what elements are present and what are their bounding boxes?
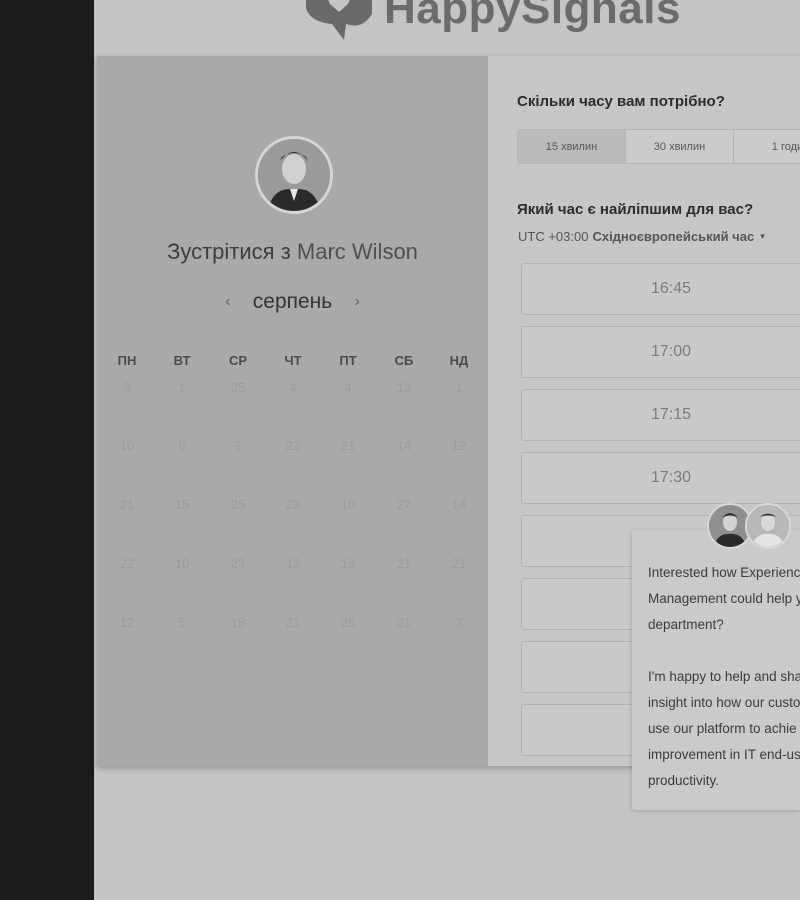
calendar-day[interactable]: 21 [328, 438, 368, 453]
chat-line: I'm happy to help and sha [648, 669, 800, 684]
left-dark-strip [0, 0, 94, 900]
calendar-day[interactable]: 1 [439, 380, 479, 395]
chat-line: improvement in IT end-us [648, 747, 800, 762]
calendar-day[interactable]: 3 [107, 380, 147, 395]
time-slot-button[interactable]: 17:00 [521, 326, 800, 378]
calendar-day[interactable]: 8 [162, 438, 202, 453]
calendar-day[interactable]: 12 [273, 556, 313, 571]
calendar-day[interactable]: 21 [439, 556, 479, 571]
timezone-name: Східноєвропейський час [592, 229, 755, 244]
next-month-chevron-icon[interactable]: › [342, 293, 372, 311]
calendar-day[interactable]: 27 [384, 497, 424, 512]
weekday-sat: СБ [394, 353, 414, 368]
time-slot-button[interactable]: 17:15 [521, 389, 800, 441]
calendar-day[interactable]: 15 [162, 497, 202, 512]
chat-paragraph-gap [648, 638, 800, 664]
calendar-day[interactable]: 22 [273, 438, 313, 453]
calendar-day[interactable]: 12 [107, 615, 147, 630]
weekday-thu: ЧТ [284, 353, 302, 368]
chat-bubble-heart-icon [306, 0, 372, 40]
duration-option-15[interactable]: 15 хвилин [518, 130, 626, 163]
calendar-day[interactable]: 5 [162, 615, 202, 630]
calendar-day[interactable]: 21 [273, 615, 313, 630]
weekday-fri: ПТ [339, 353, 357, 368]
calendar-day[interactable]: 10 [107, 438, 147, 453]
month-navigation: ‹ серпень › [97, 290, 488, 314]
chat-popup[interactable]: Interested how Experienc Management coul… [632, 530, 800, 810]
calendar-day[interactable]: 21 [384, 556, 424, 571]
calendar-day[interactable]: 3 [439, 615, 479, 630]
host-avatar [255, 136, 333, 214]
calendar-day[interactable]: 21 [107, 497, 147, 512]
chat-line: department? [648, 617, 724, 632]
calendar-day[interactable]: 31 [384, 615, 424, 630]
calendar-day[interactable]: 13 [384, 380, 424, 395]
weekday-sun: НД [449, 353, 469, 368]
duration-option-60[interactable]: 1 годи [734, 130, 800, 163]
calendar-day[interactable]: 25 [328, 615, 368, 630]
person-photo-icon [747, 505, 789, 547]
caret-down-icon: ▾ [760, 231, 765, 241]
calendar-day[interactable]: 25 [218, 497, 258, 512]
calendar-day[interactable]: 23 [218, 556, 258, 571]
calendar-day[interactable]: 18 [218, 615, 258, 630]
time-slot-button[interactable]: 16:45 [521, 263, 800, 315]
calendar-day[interactable]: 2 [218, 438, 258, 453]
weekday-tue: ВТ [173, 353, 191, 368]
chat-line: productivity. [648, 773, 720, 788]
host-photo-icon [258, 139, 330, 211]
calendar-day[interactable]: 22 [107, 556, 147, 571]
duration-selector: 15 хвилин 30 хвилин 1 годи [517, 129, 800, 164]
calendar-day[interactable]: 18 [328, 556, 368, 571]
host-name: Marc Wilson [296, 239, 418, 264]
time-slot-button[interactable]: 17:30 [521, 452, 800, 504]
timezone-offset: UTC +03:00 [518, 229, 589, 244]
calendar-day[interactable]: 14 [384, 438, 424, 453]
chat-line: insight into how our custo [648, 695, 800, 710]
chat-line: use our platform to achie [648, 721, 797, 736]
calendar-panel: Зустрітися з Marc Wilson ‹ серпень › ПН … [97, 56, 488, 766]
duration-option-30[interactable]: 30 хвилин [626, 130, 734, 163]
duration-question: Скільки часу вам потрібно? [517, 93, 725, 110]
brand-logo: HappySignals [302, 0, 681, 40]
weekday-mon: ПН [117, 353, 137, 368]
calendar-day[interactable]: 1 [162, 380, 202, 395]
chat-line: Management could help y [648, 591, 800, 606]
calendar-day[interactable]: 10 [328, 497, 368, 512]
time-question: Який час є найліпшим для вас? [517, 201, 754, 218]
calendar-day[interactable]: 23 [273, 497, 313, 512]
timezone-selector[interactable]: UTC +03:00 Східноєвропейський час ▾ [518, 229, 765, 244]
calendar-day[interactable]: 12 [439, 438, 479, 453]
month-label: серпень [252, 290, 333, 313]
calendar-day[interactable]: 14 [439, 497, 479, 512]
meet-prefix: Зустрітися з [167, 239, 297, 264]
calendar-day[interactable]: 4 [273, 380, 313, 395]
chat-message: Interested how Experienc Management coul… [648, 560, 800, 794]
calendar-day[interactable]: 25 [218, 380, 258, 395]
calendar-day[interactable]: 4 [328, 380, 368, 395]
calendar-day[interactable]: 10 [162, 556, 202, 571]
chat-agent-avatar-2 [745, 503, 791, 549]
prev-month-chevron-icon[interactable]: ‹ [213, 293, 243, 311]
chat-line: Interested how Experienc [648, 565, 800, 580]
meet-title: Зустрітися з Marc Wilson [97, 239, 488, 265]
weekday-wed: СР [228, 353, 248, 368]
brand-name: HappySignals [384, 0, 681, 33]
